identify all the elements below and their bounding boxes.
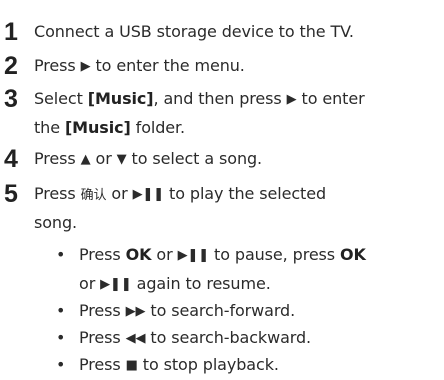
bullet-icon: • (56, 245, 66, 264)
step-text-part: , and then press (153, 89, 287, 108)
step-text-part: or (79, 274, 101, 293)
step-number: 2 (4, 52, 18, 80)
play-pause-icon: ▶❚❚ (100, 277, 132, 292)
step-text-part: to play the selected (164, 184, 327, 203)
step-number: 4 (4, 145, 18, 173)
step-text-part: to select a song. (126, 149, 263, 168)
step-number: 5 (4, 180, 18, 208)
play-pause-icon: ▶❚❚ (132, 187, 165, 202)
rewind-icon: ◀◀ (125, 331, 146, 346)
substep-text: Press ■ to stop playback. (79, 351, 444, 380)
step-text-part: to enter (296, 89, 365, 108)
substep-text: Press ▶▶ to search-forward. (79, 297, 444, 326)
bullet-icon: • (56, 355, 66, 374)
step-text-part: or (90, 149, 117, 168)
step-text-part: or (106, 184, 133, 203)
play-icon: ▶ (286, 92, 297, 107)
step-text: Press ▶ to enter the menu. (34, 52, 444, 81)
fast-forward-icon: ▶▶ (125, 304, 146, 319)
music-menu-label: [Music] (87, 89, 154, 108)
play-icon: ▶ (80, 59, 91, 74)
step-text-part: Press (79, 355, 126, 374)
step-text-part: Press (79, 245, 126, 264)
step-text-part: to search-backward. (145, 328, 312, 347)
up-arrow-icon: ▲ (80, 152, 91, 167)
confirm-key-label: 确认 (80, 188, 107, 203)
step-text: Press ▲ or ▼ to select a song. (34, 145, 444, 174)
step-text-part: to pause, press (209, 245, 341, 264)
step-text-part: Press (34, 56, 81, 75)
step-text-part: or (151, 245, 178, 264)
step-text-part: the (34, 118, 65, 137)
bullet-icon: • (56, 301, 66, 320)
step-text-part: to stop playback. (137, 355, 279, 374)
substep-text: Press OK or ▶❚❚ to pause, press OK or ▶❚… (79, 241, 444, 299)
step-number: 1 (4, 18, 18, 46)
step-text: Press 确认 or ▶❚❚ to play the selected son… (34, 180, 444, 236)
substep-text: Press ◀◀ to search-backward. (79, 324, 444, 353)
down-arrow-icon: ▼ (116, 152, 127, 167)
step-text-line: Connect a USB storage device to the TV. (34, 22, 354, 41)
music-folder-label: [Music] (64, 118, 131, 137)
stop-icon: ■ (125, 358, 138, 373)
play-pause-icon: ▶❚❚ (177, 248, 210, 263)
step-number: 3 (4, 85, 18, 113)
bullet-icon: • (56, 328, 66, 347)
step-text-part: to enter the menu. (90, 56, 245, 75)
step-text: Select [Music], and then press ▶ to ente… (34, 85, 444, 141)
ok-key-label: OK (125, 245, 152, 264)
step-text-part: Press (34, 184, 81, 203)
ok-key-label: OK (340, 245, 366, 264)
step-text-part: to search-forward. (145, 301, 296, 320)
step-text-part: Press (34, 149, 81, 168)
step-text-part: song. (34, 213, 78, 232)
step-text-part: folder. (130, 118, 186, 137)
step-text-part: Select (34, 89, 88, 108)
step-text-part: again to resume. (131, 274, 271, 293)
step-text-part: Press (79, 328, 126, 347)
step-text: Connect a USB storage device to the TV. (34, 18, 444, 45)
step-text-part: Press (79, 301, 126, 320)
